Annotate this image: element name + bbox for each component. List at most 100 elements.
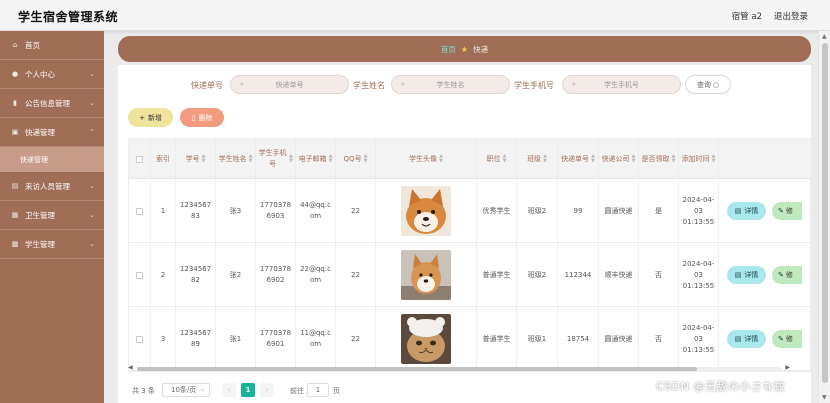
column-header-label: QQ号 <box>343 154 362 163</box>
column-header-label: 是否领取 <box>641 154 670 163</box>
row-checkbox[interactable] <box>136 207 143 215</box>
column-header[interactable]: 职位 ▲ ▼ <box>477 139 517 179</box>
cell-received: 否 <box>639 307 679 371</box>
edit-button[interactable]: ✎ 修 <box>772 266 802 284</box>
vertical-scrollbar[interactable]: ▲ ▼ <box>818 31 830 403</box>
sidebar-item-label: 快递管理 <box>20 155 48 164</box>
column-header[interactable]: 快递公司 ▲ ▼ <box>599 139 639 179</box>
cell-avatar <box>376 179 477 243</box>
scroll-left-arrow-icon[interactable]: ◀ <box>128 364 133 371</box>
search-input-tracking[interactable]: ⌕ 快递单号 <box>230 75 349 94</box>
edit-button[interactable]: ✎ 修 <box>772 330 802 348</box>
watermark: CSDN @无敌の小さな蚊 <box>656 380 786 393</box>
search-input-phone[interactable]: ⌕ 学生手机号 <box>562 75 681 94</box>
search-button[interactable]: 查询 ○ <box>685 75 731 94</box>
scroll-down-arrow-icon[interactable]: ▼ <box>822 394 827 401</box>
document-icon: ▤ <box>734 335 742 343</box>
sidebar-subitem-express[interactable]: 快递管理 <box>0 147 104 172</box>
chevron-right-icon: › <box>265 386 269 394</box>
sidebar-item-profile[interactable]: ● 个人中心 ⌄ <box>0 60 104 89</box>
sidebar-item-label: 来访人员管理 <box>25 181 70 191</box>
column-header[interactable]: 学生姓名 ▲ ▼ <box>216 139 256 179</box>
cell-avatar <box>376 307 477 371</box>
select-all-checkbox[interactable] <box>136 155 143 163</box>
sidebar-item-home[interactable]: ⌂ 首页 <box>0 31 104 60</box>
column-header[interactable]: 学生头像 ▲ ▼ <box>376 139 477 179</box>
package-icon: ▣ <box>11 128 19 136</box>
data-table: 索引 学号 ▲ ▼ 学生姓名 ▲ ▼ 学生手机号 ▲ ▼ 电子邮箱 ▲ ▼ QQ号 ▲ ▼ 学生头像… <box>128 138 811 372</box>
edit-button-label: 修 <box>785 207 793 215</box>
column-header[interactable]: 学号 ▲ ▼ <box>176 139 216 179</box>
breadcrumb: 首页 ★ 快递 <box>118 36 811 62</box>
detail-button[interactable]: ▤ 详情 <box>727 330 766 348</box>
sort-icon: ▲ ▼ <box>248 153 253 164</box>
column-header[interactable]: 学生手机号 ▲ ▼ <box>256 139 296 179</box>
column-header[interactable]: QQ号 ▲ ▼ <box>336 139 376 179</box>
column-header[interactable]: 是否领取 ▲ ▼ <box>639 139 679 179</box>
column-header[interactable]: 添加时间 ▲ ▼ <box>679 139 719 179</box>
search-label-tracking: 快递单号 <box>191 81 223 90</box>
cell-tracking: 112344 <box>558 243 599 307</box>
column-header[interactable]: 快递单号 ▲ ▼ <box>558 139 599 179</box>
scrollbar-thumb[interactable] <box>137 367 697 371</box>
detail-button-label: 详情 <box>744 335 759 343</box>
sidebar-item-students[interactable]: ▩ 学生管理 ⌄ <box>0 230 104 259</box>
goto-page-input[interactable]: 1 <box>307 383 329 397</box>
content-card: 快递单号 ⌕ 快递单号 学生姓名 ⌕ 学生姓名 学生手机号 ⌕ 学生手机号 查询… <box>118 65 811 403</box>
row-checkbox-cell <box>129 243 151 307</box>
horizontal-scrollbar[interactable]: ◀ ▶ <box>128 364 790 372</box>
sidebar-item-visitors[interactable]: ▤ 来访人员管理 ⌄ <box>0 172 104 201</box>
row-checkbox[interactable] <box>136 335 143 343</box>
scroll-up-arrow-icon[interactable]: ▲ <box>822 33 827 40</box>
page-unit-label: 页 <box>333 387 340 395</box>
logout-link[interactable]: 退出登录 <box>774 10 808 22</box>
chevron-down-icon: ⌄ <box>199 386 205 393</box>
row-checkbox[interactable] <box>136 271 143 279</box>
sidebar-item-label: 首页 <box>25 40 40 50</box>
sort-icon: ▲ ▼ <box>439 153 443 164</box>
sidebar-item-notice[interactable]: ▮ 公告信息管理 ⌄ <box>0 89 104 118</box>
pagination-total: 共 3 条 <box>132 387 155 395</box>
sidebar-item-label: 个人中心 <box>25 69 55 79</box>
cell-name: 张1 <box>216 307 256 371</box>
page-number-current[interactable]: 1 <box>241 383 255 397</box>
breadcrumb-current: 快递 <box>473 44 489 54</box>
row-checkbox-cell <box>129 307 151 371</box>
sidebar-item-hygiene[interactable]: ▦ 卫生管理 ⌄ <box>0 201 104 230</box>
column-header: 索引 <box>151 139 176 179</box>
chevron-down-icon: ⌄ <box>89 99 95 107</box>
sidebar-item-express[interactable]: ▣ 快递管理 ⌃ <box>0 118 104 147</box>
sidebar-item-label: 卫生管理 <box>25 210 55 220</box>
column-header[interactable]: 班级 ▲ ▼ <box>517 139 558 179</box>
column-header-label: 职位 <box>486 154 501 163</box>
column-header-label: 学号 <box>185 154 200 163</box>
scroll-right-arrow-icon[interactable]: ▶ <box>785 364 790 371</box>
delete-button-label: 删除 <box>198 113 213 122</box>
column-header[interactable]: 电子邮箱 ▲ ▼ <box>296 139 336 179</box>
scrollbar-thumb[interactable] <box>822 43 828 383</box>
cell-student-no: 123456789 <box>176 307 216 371</box>
breadcrumb-home[interactable]: 首页 <box>441 44 456 55</box>
search-icon: ⌕ <box>572 80 576 88</box>
cell-position: 优秀学生 <box>477 179 517 243</box>
user-icon: ● <box>11 70 19 78</box>
edit-button[interactable]: ✎ 修 <box>772 202 802 220</box>
page-size-select[interactable]: 10条/页 ⌄ <box>162 383 210 397</box>
sort-icon: ▲ ▼ <box>591 153 595 164</box>
cell-position: 普通学生 <box>477 243 517 307</box>
detail-button[interactable]: ▤ 详情 <box>727 202 766 220</box>
prev-page-button[interactable]: ‹ <box>222 383 236 397</box>
cell-company: 顺丰快递 <box>599 243 639 307</box>
column-header-label: 学生姓名 <box>218 154 247 163</box>
trash-icon: ▯ <box>191 113 196 122</box>
next-page-button[interactable]: › <box>260 383 274 397</box>
detail-button[interactable]: ▤ 详情 <box>727 266 766 284</box>
search-form: 快递单号 ⌕ 快递单号 学生姓名 ⌕ 学生姓名 学生手机号 ⌕ 学生手机号 查询… <box>118 75 811 95</box>
hygiene-icon: ▦ <box>11 211 19 219</box>
pencil-icon: ✎ <box>778 335 784 343</box>
add-button[interactable]: + 新增 <box>128 108 173 127</box>
search-input-name[interactable]: ⌕ 学生姓名 <box>391 75 510 94</box>
delete-button[interactable]: ▯ 删除 <box>180 108 224 127</box>
cell-index: 2 <box>151 243 176 307</box>
cell-email: 22@qq.com <box>296 243 336 307</box>
